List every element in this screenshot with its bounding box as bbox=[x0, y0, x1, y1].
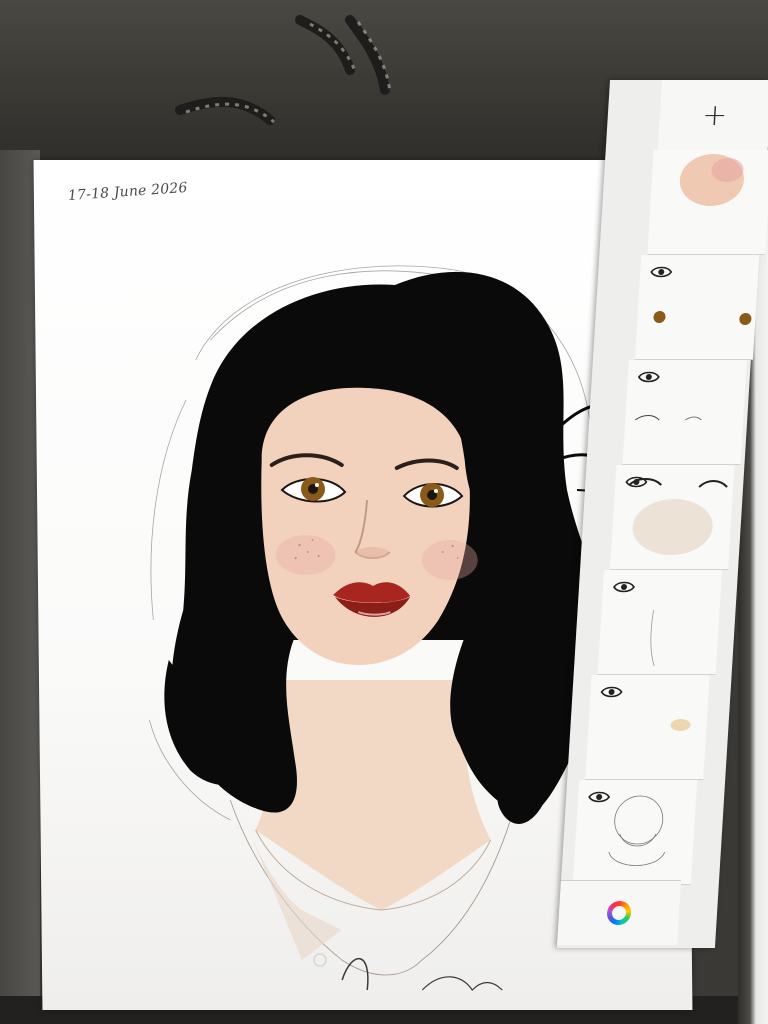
add-layer-button[interactable]: + bbox=[657, 80, 768, 151]
screen-reflection bbox=[150, 0, 490, 150]
layer-item[interactable] bbox=[610, 465, 735, 570]
visibility-eye-icon[interactable] bbox=[613, 580, 636, 594]
layer-item[interactable] bbox=[585, 675, 710, 780]
visibility-eye-icon[interactable] bbox=[650, 265, 673, 279]
visibility-eye-icon[interactable] bbox=[625, 475, 648, 489]
color-picker-bar[interactable] bbox=[557, 880, 682, 945]
plus-icon: + bbox=[701, 97, 729, 133]
layer-item[interactable] bbox=[634, 255, 760, 360]
layer-item[interactable] bbox=[647, 150, 768, 255]
layer-item[interactable] bbox=[597, 570, 723, 675]
visibility-eye-icon[interactable] bbox=[637, 370, 660, 384]
visibility-eye-icon[interactable] bbox=[588, 790, 611, 804]
color-wheel-icon[interactable] bbox=[606, 901, 632, 925]
visibility-eye-icon[interactable] bbox=[600, 685, 623, 699]
layer-item[interactable] bbox=[622, 360, 747, 465]
layer-item[interactable] bbox=[572, 780, 698, 885]
layer-thumbnail bbox=[679, 154, 744, 206]
